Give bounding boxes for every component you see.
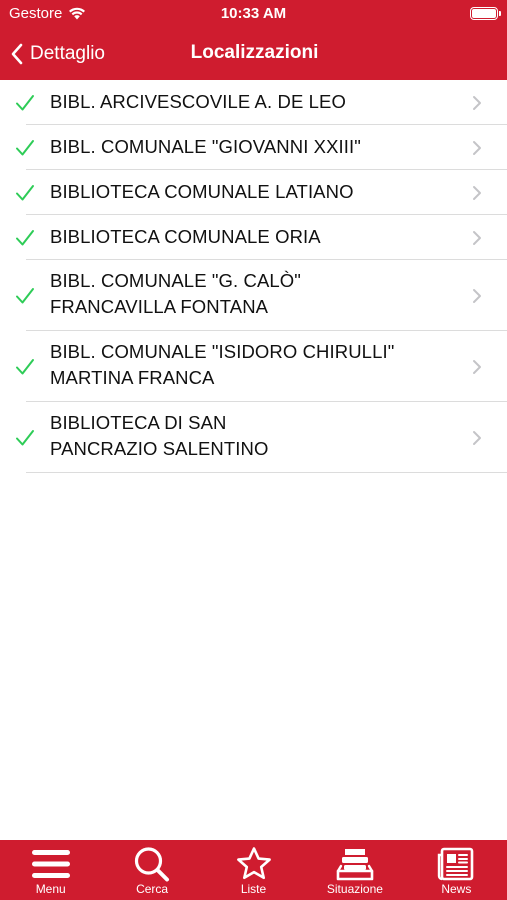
chevron-right-icon [471, 358, 483, 376]
location-name: BIBLIOTECA DI SAN PANCRAZIO SALENTINO [50, 412, 269, 459]
location-name: BIBLIOTECA COMUNALE ORIA [50, 226, 321, 247]
news-icon [436, 845, 476, 883]
checkmark-icon [14, 182, 36, 204]
tab-label: Situazione [326, 882, 383, 896]
tab-situazione[interactable]: Situazione [304, 840, 405, 900]
location-row[interactable]: BIBL. COMUNALE "G. CALÒ" FRANCAVILLA FON… [0, 260, 507, 331]
chevron-right-icon [471, 429, 483, 447]
location-name: BIBL. COMUNALE "G. CALÒ" FRANCAVILLA FON… [50, 270, 301, 317]
checkmark-icon [14, 356, 36, 378]
checkmark-icon [14, 285, 36, 307]
navigation-bar: Dettaglio Localizzazioni [0, 28, 507, 80]
chevron-right-icon [471, 94, 483, 112]
status-bar: Gestore 10:33 AM [0, 0, 507, 28]
star-icon [234, 845, 274, 883]
situation-icon [335, 845, 375, 883]
tab-label: Cerca [136, 882, 169, 896]
tab-label: News [441, 882, 472, 896]
row-separator [26, 472, 507, 473]
chevron-right-icon [471, 184, 483, 202]
checkmark-icon [14, 427, 36, 449]
tab-news[interactable]: News [406, 840, 507, 900]
tab-menu[interactable]: Menu [0, 840, 101, 900]
battery-level [472, 9, 496, 18]
checkmark-icon [14, 92, 36, 114]
search-icon [132, 845, 172, 883]
status-time: 10:33 AM [220, 5, 287, 22]
checkmark-icon [14, 137, 36, 159]
location-row[interactable]: BIBL. COMUNALE "ISIDORO CHIRULLI" MARTIN… [0, 331, 507, 402]
location-row[interactable]: BIBLIOTECA DI SAN PANCRAZIO SALENTINO [0, 402, 507, 473]
header: Gestore 10:33 AM Dettaglio Localizzazion… [0, 0, 507, 80]
location-row[interactable]: BIBL. ARCIVESCOVILE A. DE LEO [0, 80, 507, 125]
chevron-right-icon [471, 287, 483, 305]
chevron-right-icon [471, 229, 483, 247]
page-title: Localizzazioni [190, 42, 319, 63]
tab-bar: Menu Cerca Liste Situazione News [0, 840, 507, 900]
location-name: BIBLIOTECA COMUNALE LATIANO [50, 181, 354, 202]
battery-icon [470, 7, 501, 20]
screen: Gestore 10:33 AM Dettaglio Localizzazion… [0, 0, 507, 900]
location-row[interactable]: BIBLIOTECA COMUNALE LATIANO [0, 170, 507, 215]
menu-icon [31, 845, 71, 883]
location-name: BIBL. ARCIVESCOVILE A. DE LEO [50, 91, 346, 112]
location-row[interactable]: BIBLIOTECA COMUNALE ORIA [0, 215, 507, 260]
tab-cerca[interactable]: Cerca [101, 840, 202, 900]
checkmark-icon [14, 227, 36, 249]
tab-label: Menu [35, 882, 66, 896]
tab-liste[interactable]: Liste [203, 840, 304, 900]
tab-label: Liste [240, 882, 267, 896]
location-name: BIBL. COMUNALE "ISIDORO CHIRULLI" MARTIN… [50, 341, 395, 388]
location-name: BIBL. COMUNALE "GIOVANNI XXIII" [50, 136, 361, 157]
locations-list: BIBL. ARCIVESCOVILE A. DE LEO BIBL. COMU… [0, 80, 507, 473]
location-row[interactable]: BIBL. COMUNALE "GIOVANNI XXIII" [0, 125, 507, 170]
chevron-right-icon [471, 139, 483, 157]
